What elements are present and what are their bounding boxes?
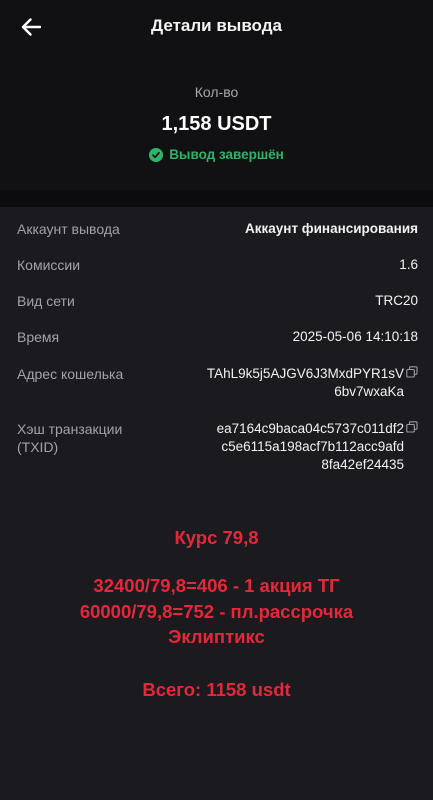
annotation-rate: Курс 79,8 <box>174 527 259 548</box>
txid-line: 8fa42ef24435 <box>321 457 404 472</box>
network-label: Вид сети <box>17 293 75 309</box>
annotation-calc-1: 32400/79,8=406 - 1 акция ТГ <box>93 575 340 596</box>
account-value: Аккаунт финансирования <box>245 221 418 236</box>
section-divider <box>0 190 433 207</box>
address-label: Адрес кошелька <box>17 366 124 382</box>
fee-value: 1.6 <box>399 257 418 272</box>
account-label: Аккаунт вывода <box>17 221 120 237</box>
network-value: TRC20 <box>375 293 418 308</box>
txid-line: c5e6115a198acf7b112acc9afd <box>221 439 404 454</box>
time-label: Время <box>17 329 60 345</box>
check-circle-icon <box>149 147 164 162</box>
txid-label: Хэш транзакции (TXID) <box>17 421 123 455</box>
time-value: 2025-05-06 14:10:18 <box>292 329 418 344</box>
annotation-calc-2: 60000/79,8=752 - пл.рассрочка <box>79 601 354 622</box>
amount-value: 1,158 USDT <box>161 113 272 135</box>
page-title: Детали вывода <box>151 16 282 35</box>
txid-value: ea7164c9baca04c5737c011df2 c5e6115a198ac… <box>217 420 418 474</box>
status-badge: Вывод завершён <box>0 147 433 162</box>
address-line: TAhL9k5j5AJGV6J3MxdPYR1sV <box>206 366 404 381</box>
txid-line: ea7164c9baca04c5737c011df2 <box>216 421 404 436</box>
fee-label: Комиссии <box>17 257 81 273</box>
address-value: TAhL9k5j5AJGV6J3MxdPYR1sV 6bv7wxaKa <box>207 365 418 401</box>
copy-icon[interactable] <box>406 366 418 378</box>
copy-icon[interactable] <box>406 421 418 433</box>
amount-label: Кол-во <box>194 84 239 100</box>
summary-panel: Детали вывода Кол-во 1,158 USDT Вывод за… <box>0 0 433 190</box>
annotation-total: Всего: 1158 usdt <box>142 679 291 700</box>
status-text: Вывод завершён <box>169 147 284 162</box>
address-line: 6bv7wxaKa <box>334 384 404 399</box>
annotation-calc-2-cont: Эклиптикс <box>168 626 265 647</box>
